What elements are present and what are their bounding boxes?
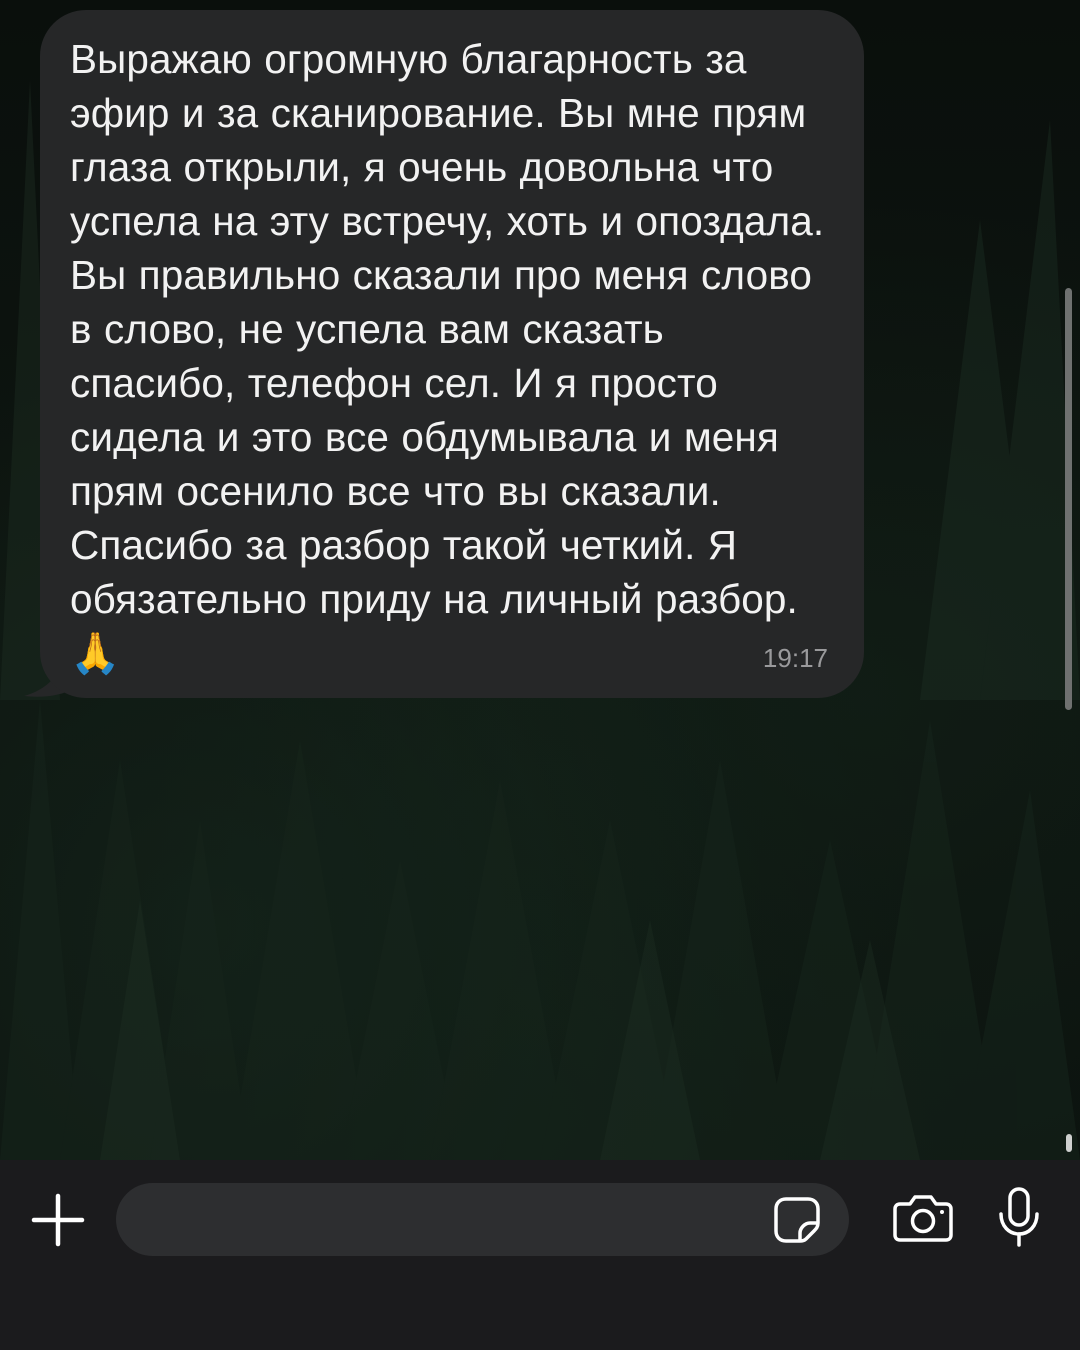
scroll-position-marker: [1066, 1134, 1072, 1152]
plus-icon[interactable]: [30, 1192, 86, 1248]
message-timestamp: 19:17: [762, 643, 828, 673]
message-bubble[interactable]: Выражаю огромную благарность за эфир и з…: [40, 10, 864, 698]
incoming-message[interactable]: Выражаю огромную благарность за эфир и з…: [24, 10, 866, 698]
chat-screen: Выражаю огромную благарность за эфир и з…: [0, 0, 1080, 1350]
camera-icon[interactable]: [892, 1192, 954, 1244]
message-input[interactable]: [116, 1183, 849, 1256]
sticker-icon[interactable]: [772, 1195, 822, 1245]
message-text: Выражаю огромную благарность за эфир и з…: [70, 36, 825, 676]
scroll-indicator[interactable]: [1065, 288, 1072, 710]
microphone-icon[interactable]: [996, 1186, 1042, 1248]
